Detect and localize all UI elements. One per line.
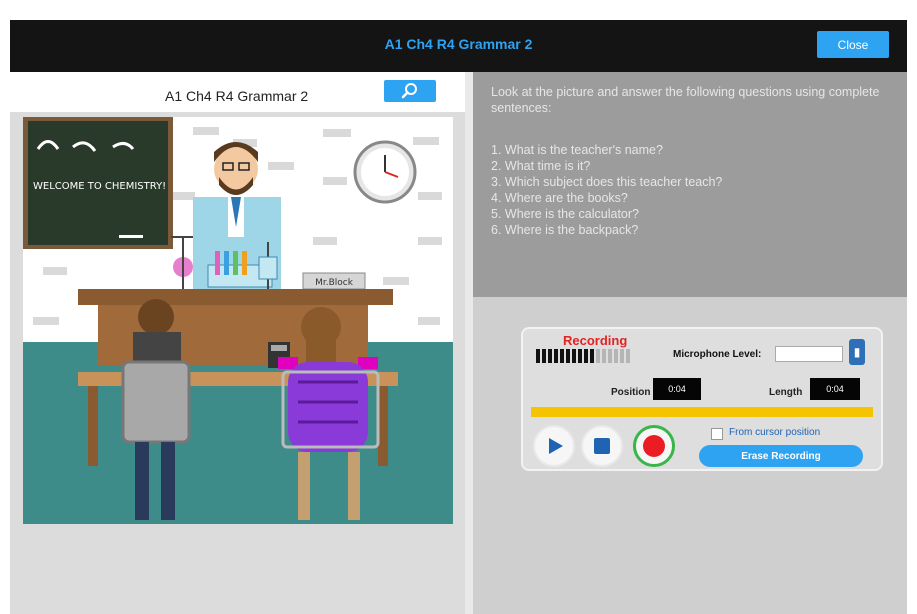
microphone-settings-button[interactable]: ▮ xyxy=(849,339,865,365)
question-item: 4. Where are the books? xyxy=(491,191,628,205)
play-icon xyxy=(549,438,563,454)
teacher-nameplate: Mr.Block xyxy=(315,278,354,288)
vu-segment xyxy=(578,349,582,363)
magnifier-icon xyxy=(401,83,417,99)
close-button[interactable]: Close xyxy=(817,31,889,58)
window-title: A1 Ch4 R4 Grammar 2 xyxy=(384,36,533,52)
vu-segment xyxy=(566,349,570,363)
panel-divider xyxy=(465,72,473,614)
play-button[interactable] xyxy=(533,425,575,467)
vu-segment xyxy=(596,349,600,363)
vu-segment xyxy=(620,349,624,363)
vu-segment xyxy=(608,349,612,363)
question-item: 6. Where is the backpack? xyxy=(491,223,639,237)
microphone-level-meter xyxy=(775,346,843,362)
record-button[interactable] xyxy=(633,425,675,467)
length-label: Length xyxy=(769,387,803,398)
vu-segment xyxy=(554,349,558,363)
title-bar: A1 Ch4 R4 Grammar 2 Close xyxy=(10,20,907,72)
picture-title: A1 Ch4 R4 Grammar 2 xyxy=(165,88,309,104)
question-item: 5. Where is the calculator? xyxy=(491,207,639,221)
stop-button[interactable] xyxy=(581,425,623,467)
question-list: 1. What is the teacher's name? 2. What t… xyxy=(491,142,722,238)
microphone-level-label: Microphone Level: xyxy=(673,349,762,360)
position-label: Position xyxy=(611,387,651,398)
picture-header: A1 Ch4 R4 Grammar 2 xyxy=(10,72,465,112)
vu-meter xyxy=(536,349,630,363)
zoom-button[interactable] xyxy=(384,80,436,102)
vu-segment xyxy=(548,349,552,363)
progress-fill xyxy=(531,407,873,417)
recording-status: Recording xyxy=(563,333,628,348)
from-cursor-label: From cursor position xyxy=(729,427,821,438)
recorder-area: Recording Microphone Level: ▮ Position 0… xyxy=(473,297,907,614)
vu-segment xyxy=(602,349,606,363)
microphone-icon: ▮ xyxy=(853,345,861,359)
audio-recorder: Recording Microphone Level: ▮ Position 0… xyxy=(521,327,883,471)
questions-panel: Look at the picture and answer the follo… xyxy=(473,72,907,297)
vu-segment xyxy=(560,349,564,363)
position-value: 0:04 xyxy=(653,378,701,400)
vu-segment xyxy=(536,349,540,363)
length-value: 0:04 xyxy=(810,378,860,400)
stop-icon xyxy=(594,438,610,454)
recording-progress-bar[interactable] xyxy=(531,407,873,417)
erase-recording-button[interactable]: Erase Recording xyxy=(699,445,863,467)
board-text: WELCOME TO CHEMISTRY! xyxy=(33,181,166,192)
picture-panel: A1 Ch4 R4 Grammar 2 WELCOME TO CHEMISTRY… xyxy=(10,72,465,614)
classroom-picture: WELCOME TO CHEMISTRY! Mr.Block xyxy=(23,117,453,524)
vu-segment xyxy=(584,349,588,363)
vu-segment xyxy=(572,349,576,363)
question-item: 1. What is the teacher's name? xyxy=(491,143,663,157)
question-item: 3. Which subject does this teacher teach… xyxy=(491,175,723,189)
from-cursor-checkbox[interactable] xyxy=(711,428,723,440)
vu-segment xyxy=(542,349,546,363)
instructions-text: Look at the picture and answer the follo… xyxy=(491,85,880,115)
vu-segment xyxy=(626,349,630,363)
question-item: 2. What time is it? xyxy=(491,159,591,173)
vu-segment xyxy=(590,349,594,363)
record-icon xyxy=(643,435,665,457)
vu-segment xyxy=(614,349,618,363)
